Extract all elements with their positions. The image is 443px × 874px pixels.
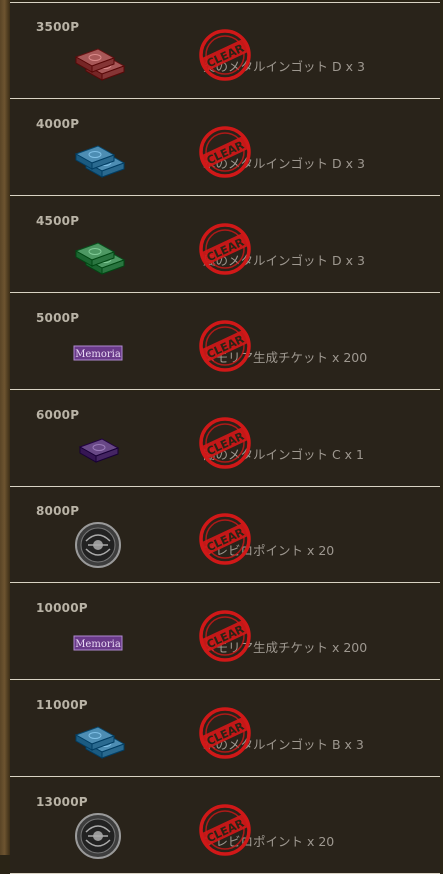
red-metal-ingot-icon [68,37,132,85]
blue-metal-ingot-icon [68,715,132,763]
clear-stamp-icon: CLEAR [197,802,253,858]
ticket-label: Memoria [75,349,121,360]
clear-stamp-icon: CLEAR [197,221,253,277]
green-metal-ingot-icon [68,231,132,279]
reward-panel: 3500P 炎のメタルインゴット D x 3 CLEAR 4000P 水のメタルインゴッ… [0,0,443,874]
clear-stamp-icon: CLEAR [197,27,253,83]
clear-stamp-icon: CLEAR [197,415,253,471]
left-frame-border [0,0,10,855]
reward-row: 13000P ブレビロポイント x 20 CLEAR [10,778,440,874]
points-threshold: 5000P [36,311,80,325]
clear-stamp-icon: CLEAR [197,608,253,664]
points-threshold: 13000P [36,795,88,809]
clear-stamp-icon: CLEAR [197,124,253,180]
reward-row: 10000P Memoria メモリア生成チケット x 200 CLEAR [10,584,440,680]
points-threshold: 10000P [36,601,88,615]
reward-row: 4000P 水のメタルインゴット D x 3 CLEAR [10,100,440,196]
memoria-ticket-icon: Memoria [68,328,132,376]
ticket-label: Memoria [75,639,121,650]
reward-row: 6000P 闇のメタルインゴット C x 1 CLEAR [10,391,440,487]
reward-row: 4500P 風のメタルインゴット D x 3 CLEAR [10,197,440,293]
clear-stamp-icon: CLEAR [197,705,253,761]
points-threshold: 4000P [36,117,80,131]
memoria-ticket-icon: Memoria [68,618,132,666]
points-threshold: 11000P [36,698,88,712]
reward-row: 8000P ブレビロポイント x 20 CLEAR [10,487,440,583]
purple-metal-ingot-icon [68,425,132,473]
medal-coin-icon [68,521,132,569]
reward-row: 3500P 炎のメタルインゴット D x 3 CLEAR [10,3,440,99]
medal-coin-icon [68,812,132,860]
clear-stamp-icon: CLEAR [197,511,253,567]
points-threshold: 6000P [36,408,80,422]
points-threshold: 8000P [36,504,80,518]
clear-stamp-icon: CLEAR [197,318,253,374]
reward-row: 11000P 水のメタルインゴット B x 3 CLEAR [10,681,440,777]
blue-metal-ingot-icon [68,134,132,182]
reward-row: 5000P Memoria メモリア生成チケット x 200 CLEAR [10,294,440,390]
reward-list: 3500P 炎のメタルインゴット D x 3 CLEAR 4000P 水のメタルインゴッ… [10,0,440,874]
points-threshold: 4500P [36,214,80,228]
points-threshold: 3500P [36,20,80,34]
